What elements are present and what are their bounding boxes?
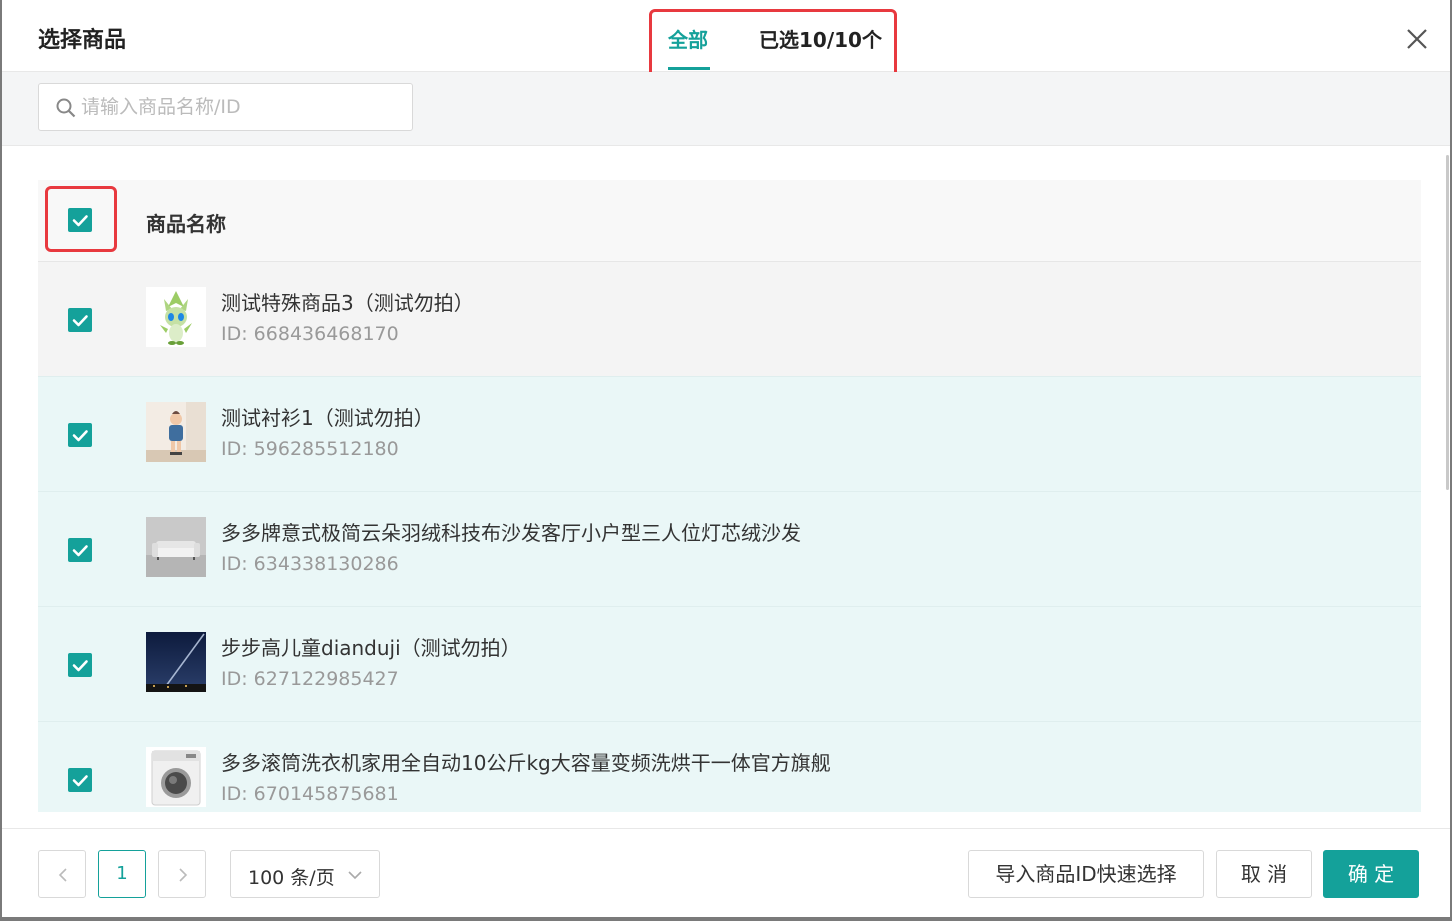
night-sky-image	[146, 632, 206, 692]
search-input[interactable]	[81, 88, 401, 126]
cancel-button[interactable]: 取 消	[1216, 850, 1312, 898]
sofa-image	[146, 517, 206, 577]
close-button[interactable]	[1400, 22, 1434, 56]
select-all-checkbox[interactable]	[68, 208, 92, 232]
tab-selected[interactable]: 已选10/10个	[759, 24, 882, 53]
table-row[interactable]: 多多滚筒洗衣机家用全自动10公斤kg大容量变频洗烘干一体官方旗舰 ID: 670…	[38, 722, 1421, 812]
checkmark-icon	[72, 430, 88, 442]
product-thumbnail	[146, 747, 206, 807]
washing-machine-image	[146, 747, 206, 807]
select-product-modal: 选择商品 全部 已选10/10个 商品	[2, 0, 1450, 917]
table-row[interactable]: 步步高儿童dianduji（测试勿拍） ID: 627122985427	[38, 607, 1421, 722]
child-photo-image	[146, 402, 206, 462]
chevron-down-icon	[348, 871, 362, 880]
table-row[interactable]: 多多牌意式极简云朵羽绒科技布沙发客厅小户型三人位灯芯绒沙发 ID: 634338…	[38, 492, 1421, 607]
checkmark-icon	[72, 315, 88, 327]
row-checkbox[interactable]	[68, 653, 92, 677]
modal-footer: 1 100 条/页 导入商品ID快速选择 取 消 确 定	[2, 828, 1450, 917]
import-product-id-button[interactable]: 导入商品ID快速选择	[968, 850, 1204, 898]
product-table: 商品名称 测试特殊商品3（测试勿拍） ID: 668436468170 测试衬衫…	[38, 180, 1421, 812]
row-checkbox[interactable]	[68, 538, 92, 562]
chevron-left-icon	[58, 868, 67, 882]
green-character-image	[146, 287, 206, 347]
confirm-button[interactable]: 确 定	[1323, 850, 1419, 898]
page-number-button[interactable]: 1	[98, 850, 146, 898]
table-header: 商品名称	[38, 180, 1421, 262]
product-id: ID: 634338130286	[221, 553, 399, 575]
page-size-value: 100 条/页	[248, 867, 335, 889]
product-name: 多多牌意式极简云朵羽绒科技布沙发客厅小户型三人位灯芯绒沙发	[221, 521, 801, 545]
column-header-product-name: 商品名称	[146, 212, 226, 236]
row-checkbox[interactable]	[68, 768, 92, 792]
row-checkbox[interactable]	[68, 423, 92, 447]
product-id: ID: 627122985427	[221, 668, 399, 690]
product-thumbnail	[146, 517, 206, 577]
table-row[interactable]: 测试特殊商品3（测试勿拍） ID: 668436468170	[38, 262, 1421, 377]
product-thumbnail	[146, 287, 206, 347]
next-page-button[interactable]	[158, 850, 206, 898]
product-name: 测试特殊商品3（测试勿拍）	[221, 291, 474, 315]
close-icon	[1407, 29, 1427, 49]
prev-page-button[interactable]	[38, 850, 86, 898]
search-box	[38, 83, 413, 131]
checkmark-icon	[72, 215, 88, 227]
checkmark-icon	[72, 545, 88, 557]
checkmark-icon	[72, 775, 88, 787]
search-toolbar	[2, 72, 1450, 146]
product-name: 多多滚筒洗衣机家用全自动10公斤kg大容量变频洗烘干一体官方旗舰	[221, 751, 831, 775]
chevron-right-icon	[179, 868, 188, 882]
product-thumbnail	[146, 402, 206, 462]
row-checkbox[interactable]	[68, 308, 92, 332]
product-name: 测试衬衫1（测试勿拍）	[221, 406, 434, 430]
checkmark-icon	[72, 660, 88, 672]
product-id: ID: 596285512180	[221, 438, 399, 460]
table-row[interactable]: 测试衬衫1（测试勿拍） ID: 596285512180	[38, 377, 1421, 492]
product-thumbnail	[146, 632, 206, 692]
active-tab-indicator	[668, 67, 710, 70]
product-id: ID: 670145875681	[221, 783, 399, 805]
search-icon	[56, 98, 76, 118]
page-size-select[interactable]: 100 条/页	[230, 850, 380, 898]
modal-title: 选择商品	[38, 28, 127, 53]
vertical-scrollbar[interactable]	[1446, 155, 1449, 490]
modal-header: 选择商品 全部 已选10/10个	[2, 0, 1450, 81]
product-id: ID: 668436468170	[221, 323, 399, 345]
product-name: 步步高儿童dianduji（测试勿拍）	[221, 636, 521, 660]
tab-all[interactable]: 全部	[668, 24, 708, 53]
